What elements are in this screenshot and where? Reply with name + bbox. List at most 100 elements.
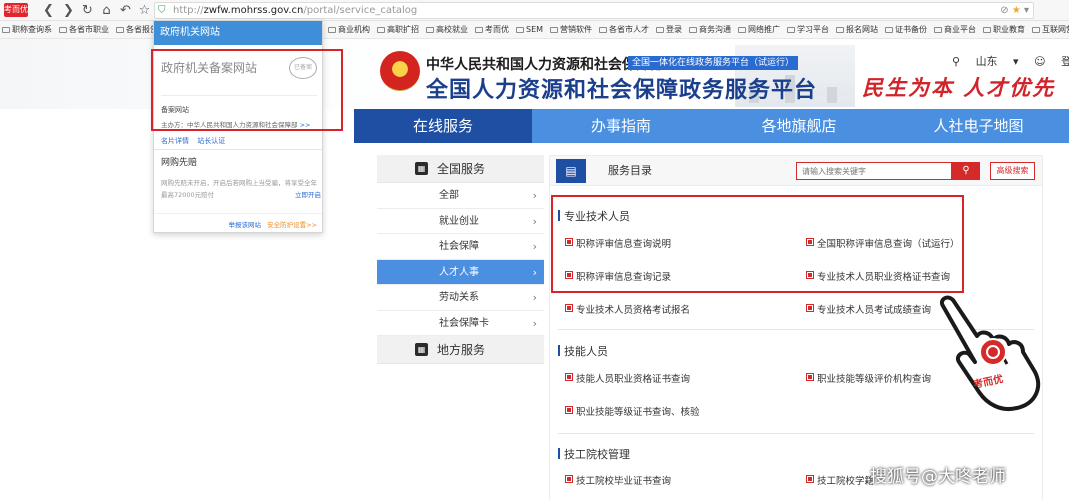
security-settings-link[interactable]: 安全防护设置>> xyxy=(267,221,317,229)
folder-icon xyxy=(516,27,524,33)
reload-icon[interactable]: ↻ xyxy=(79,2,96,19)
folder-icon xyxy=(550,27,559,33)
advanced-search-button[interactable]: 高级搜索 xyxy=(990,162,1035,180)
tab-online-service[interactable]: 在线服务 xyxy=(354,109,532,143)
menu-item-label: 人才人事 xyxy=(439,266,479,278)
service-label: 职业技能等级证书查询、核验 xyxy=(576,407,700,418)
popup-links: 名片详情 站长认证 xyxy=(161,136,231,146)
service-link[interactable]: 技能人员职业资格证书查询 xyxy=(565,371,690,385)
menu-item-ss-card[interactable]: 社会保障卡 › xyxy=(377,310,544,336)
card-detail-link[interactable]: 名片详情 xyxy=(161,137,189,145)
bullet-icon xyxy=(565,475,573,483)
bookmark-star-icon[interactable]: ☆ xyxy=(136,2,153,19)
bullet-icon xyxy=(806,475,814,483)
dropdown-icon[interactable]: ▾ xyxy=(1024,5,1029,16)
folder-icon xyxy=(59,27,67,33)
folder-icon xyxy=(599,27,608,33)
bookmark-item[interactable]: 职称查询系 xyxy=(0,21,52,38)
bookmark-item[interactable]: 学习平台 xyxy=(785,21,829,38)
bookmark-item[interactable]: 商业平台 xyxy=(932,21,976,38)
url-text[interactable]: http://zwfw.mohrss.gov.cn/portal/service… xyxy=(173,3,417,18)
undo-icon[interactable]: ↶ xyxy=(117,2,134,19)
service-link[interactable]: 职业技能等级评价机构查询 xyxy=(806,371,931,385)
folder-icon xyxy=(1032,27,1041,33)
menu-item-label: 全部 xyxy=(439,190,459,201)
folder-icon xyxy=(426,27,434,33)
bookmark-item[interactable]: 职业教育 xyxy=(981,21,1026,38)
menu-item-talent[interactable]: 人才人事 › xyxy=(377,259,544,285)
bookmark-item[interactable]: 证书备份 xyxy=(883,21,927,38)
popup-shop-desc: 网购先赔未开启，开启后若网购上当受骗，将享受全年最高72000元赔付 立即开启 xyxy=(161,177,321,201)
folder-icon xyxy=(983,27,992,33)
menu-local-label: 地方服务 xyxy=(437,343,486,357)
service-label: 专业技术人员资格考试报名 xyxy=(576,305,691,316)
bookmark-label: SEM xyxy=(526,25,544,34)
folder-icon xyxy=(116,27,124,33)
highlight-box-professional xyxy=(551,195,964,293)
bookmark-item[interactable]: 各省市职业 xyxy=(57,21,109,38)
popup-footer: 举报该网站 安全防护设置>> xyxy=(229,219,317,229)
tab-e-map[interactable]: 人社电子地图 xyxy=(888,109,1069,143)
menu-local-service[interactable]: ▦ 地方服务 xyxy=(377,336,544,364)
menu-item-labor[interactable]: 劳动关系 › xyxy=(377,285,544,311)
menu-item-label: 社会保障卡 xyxy=(439,317,489,329)
search-input[interactable] xyxy=(796,162,952,180)
bookmark-item[interactable]: 报名网站 xyxy=(834,21,878,38)
bookmark-item[interactable]: 登录 xyxy=(654,21,682,38)
bookmark-label: 职称查询系 xyxy=(12,25,52,34)
bookmark-item[interactable]: 商务沟通 xyxy=(687,21,731,38)
region-selector[interactable]: ⚲ 山东 ▾ xyxy=(952,55,1019,68)
home-icon[interactable]: ⌂ xyxy=(98,2,115,19)
main-nav: 在线服务 办事指南 各地旗舰店 人社电子地图 xyxy=(354,109,1069,143)
folder-icon xyxy=(475,27,483,33)
search-button[interactable]: ⚲ xyxy=(952,162,980,180)
browser-logo[interactable]: 考而优 xyxy=(4,3,28,17)
url-scheme: http:// xyxy=(173,5,204,16)
catalog-icon: ▦ xyxy=(415,343,428,356)
bookmark-item[interactable]: 互联网营 xyxy=(1030,21,1069,38)
tab-local-stores[interactable]: 各地旗舰店 xyxy=(710,109,888,143)
menu-item-social-security[interactable]: 社会保障 › xyxy=(377,234,544,260)
back-icon[interactable]: ❮ xyxy=(40,2,57,19)
address-bar[interactable]: ⛉ http://zwfw.mohrss.gov.cn/portal/servi… xyxy=(154,2,1034,19)
bookmark-item[interactable]: SEM xyxy=(514,21,544,38)
folder-icon xyxy=(934,27,943,33)
bookmark-item[interactable]: 高校就业 xyxy=(424,21,468,38)
webmaster-cert-link[interactable]: 站长认证 xyxy=(197,137,225,145)
menu-item-employment[interactable]: 就业创业 › xyxy=(377,208,544,234)
service-link[interactable]: 技工院校学籍 xyxy=(806,473,874,487)
bookmark-item[interactable]: 考而优 xyxy=(473,21,509,38)
bookmark-item[interactable]: 高职扩招 xyxy=(375,21,419,38)
user-icon: ☺ xyxy=(1034,55,1046,68)
login-button[interactable]: ☺ 登录 xyxy=(1034,55,1069,68)
platform-title[interactable]: 全国人力资源和社会保障政务服务平台 xyxy=(426,72,817,104)
bookmark-label: 网络推广 xyxy=(748,25,781,34)
service-link[interactable]: 专业技术人员资格考试报名 xyxy=(565,302,691,316)
report-site-link[interactable]: 举报该网站 xyxy=(229,221,262,229)
browser-toolbar: 考而优 ❮ ❯ ↻ ⌂ ↶ ☆ ⛉ http://zwfw.mohrss.gov… xyxy=(0,0,1069,21)
reader-icon[interactable]: ⊘ xyxy=(1000,5,1008,16)
url-path: /portal/service_catalog xyxy=(303,5,418,16)
bookmark-label: 各省市职业 xyxy=(69,25,109,34)
tab-guide[interactable]: 办事指南 xyxy=(532,109,710,143)
bookmark-label: 职业教育 xyxy=(993,25,1026,34)
section-title-technical-school: 技工院校管理 xyxy=(558,448,630,461)
folder-icon xyxy=(836,27,845,33)
chevron-right-icon: › xyxy=(532,291,537,304)
favorite-star-icon[interactable]: ★ xyxy=(1012,5,1021,16)
chevron-right-icon: › xyxy=(532,214,537,228)
enable-now-link[interactable]: 立即开启 xyxy=(295,189,321,201)
bookmark-item[interactable]: 营销软件 xyxy=(548,21,592,38)
menu-item-all[interactable]: 全部 › xyxy=(377,183,544,209)
menu-national-service[interactable]: ▦ 全国服务 xyxy=(377,155,544,183)
bookmark-label: 各省市人才 xyxy=(609,25,650,34)
bookmark-item[interactable]: 商业机构 xyxy=(326,21,370,38)
bookmark-item[interactable]: 网络推广 xyxy=(736,21,781,38)
service-link[interactable]: 职业技能等级证书查询、核验 xyxy=(565,404,700,418)
shield-icon[interactable]: ⛉ xyxy=(158,4,169,17)
bookmark-item[interactable]: 各省市人才 xyxy=(597,21,650,38)
service-link[interactable]: 专业技术人员考试成绩查询 xyxy=(806,302,931,316)
folder-icon xyxy=(328,27,336,33)
forward-icon[interactable]: ❯ xyxy=(60,2,77,19)
service-link[interactable]: 技工院校毕业证书查询 xyxy=(565,473,671,487)
